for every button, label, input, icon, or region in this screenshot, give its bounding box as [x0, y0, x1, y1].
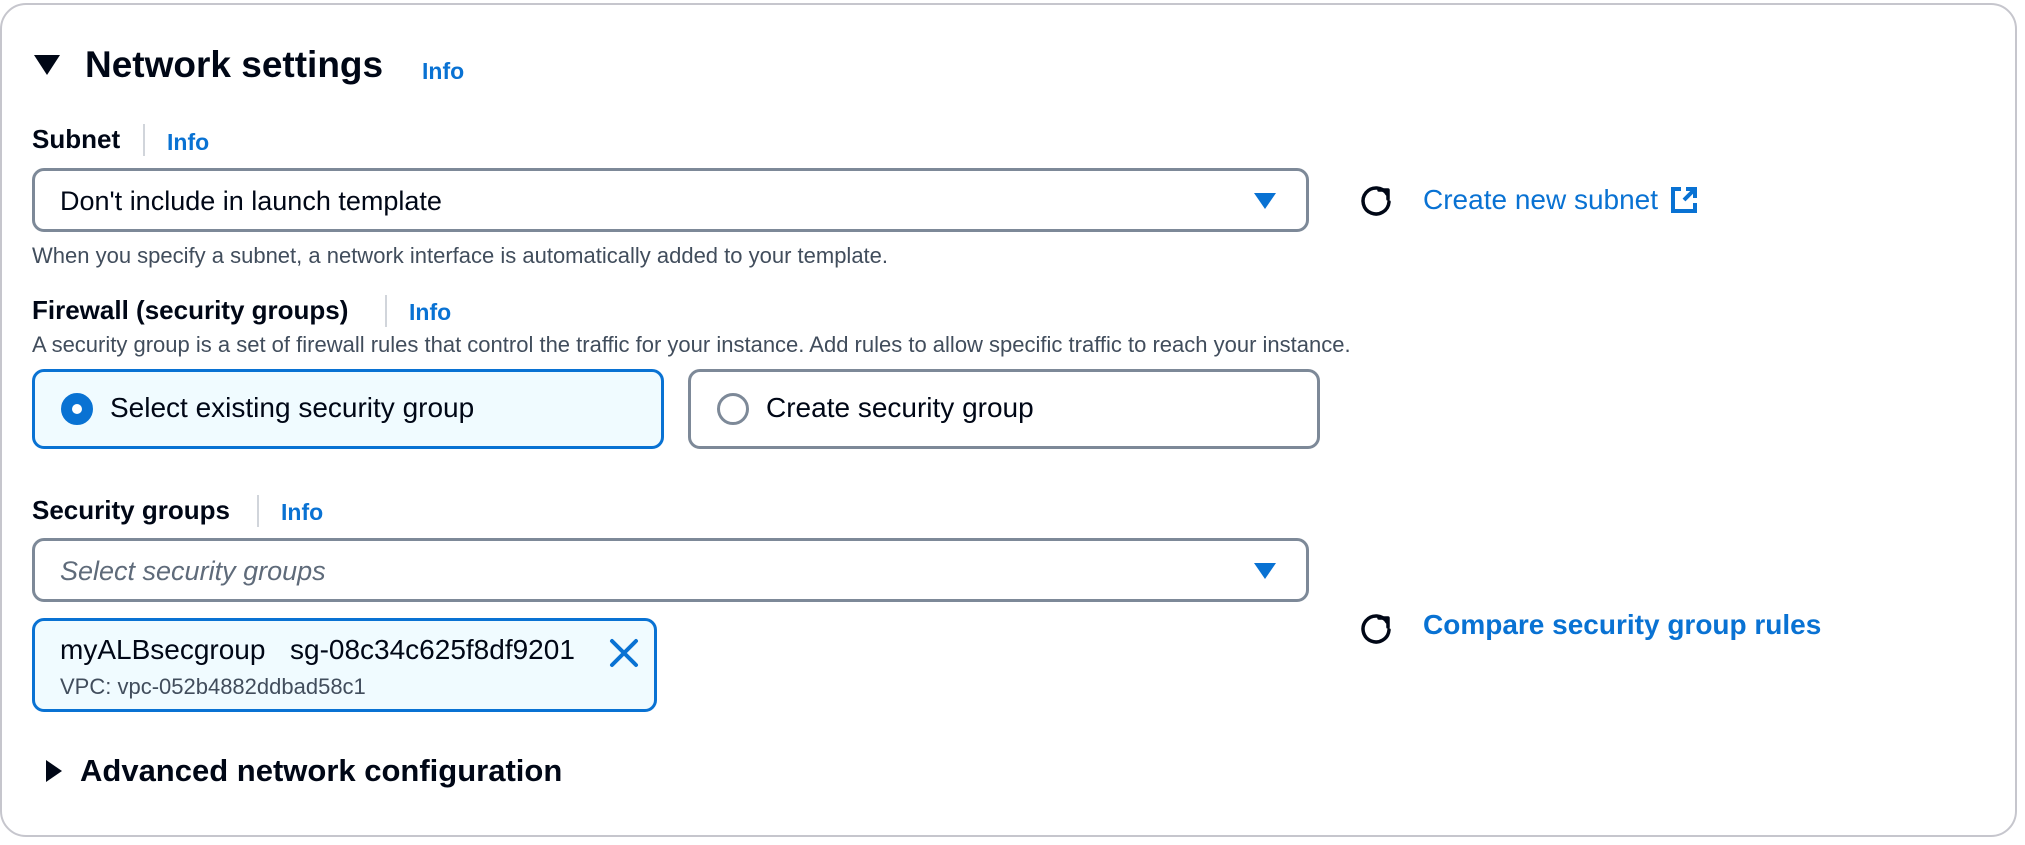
refresh-security-groups-icon[interactable]	[1356, 609, 1396, 649]
refresh-subnet-icon[interactable]	[1356, 181, 1396, 221]
expand-caret-right-icon[interactable]	[46, 760, 62, 782]
security-groups-info-link[interactable]: Info	[281, 498, 323, 526]
security-groups-select[interactable]: Select security groups	[32, 538, 1309, 602]
token-vpc: VPC: vpc-052b4882ddbad58c1	[60, 674, 366, 699]
token-group-id: sg-08c34c625f8df9201	[290, 634, 575, 665]
security-groups-placeholder: Select security groups	[60, 556, 326, 586]
dropdown-arrow-icon	[1254, 563, 1276, 579]
advanced-network-configuration-toggle[interactable]: Advanced network configuration	[80, 751, 562, 791]
subnet-select[interactable]: Don't include in launch template	[32, 168, 1309, 232]
radio-label-select-existing: Select existing security group	[110, 392, 475, 423]
security-group-token: myALBsecgroup sg-08c34c625f8df9201 VPC: …	[32, 618, 657, 712]
subnet-info-link[interactable]: Info	[167, 128, 209, 156]
section-title: Network settings	[85, 44, 384, 85]
radio-selected-icon	[61, 393, 93, 425]
firewall-label: Firewall (security groups)	[32, 295, 349, 325]
label-divider	[143, 124, 145, 156]
radio-label-create-new: Create security group	[766, 392, 1034, 423]
remove-x-icon[interactable]	[608, 637, 640, 669]
radio-unselected-icon	[717, 393, 749, 425]
subnet-label: Subnet	[32, 124, 121, 154]
firewall-info-link[interactable]: Info	[409, 298, 451, 326]
network-settings-panel: Network settings Info Subnet Info Don't …	[0, 3, 2017, 837]
radio-tile-select-existing[interactable]: Select existing security group	[32, 369, 664, 449]
token-group-name: myALBsecgroup	[60, 634, 266, 665]
subnet-description: When you specify a subnet, a network int…	[32, 243, 889, 268]
external-link-icon[interactable]	[1669, 185, 1699, 215]
firewall-description: A security group is a set of firewall ru…	[32, 332, 1351, 357]
label-divider	[257, 495, 259, 527]
subnet-select-value: Don't include in launch template	[60, 186, 442, 216]
create-new-subnet-link[interactable]: Create new subnet	[1423, 182, 1658, 218]
radio-tile-create-new[interactable]: Create security group	[688, 369, 1320, 449]
collapse-caret-down-icon[interactable]	[34, 55, 60, 75]
compare-security-group-rules-link[interactable]: Compare security group rules	[1423, 607, 1821, 643]
security-groups-label: Security groups	[32, 495, 230, 525]
label-divider	[385, 295, 387, 327]
section-info-link[interactable]: Info	[422, 57, 464, 85]
dropdown-arrow-icon	[1254, 193, 1276, 209]
